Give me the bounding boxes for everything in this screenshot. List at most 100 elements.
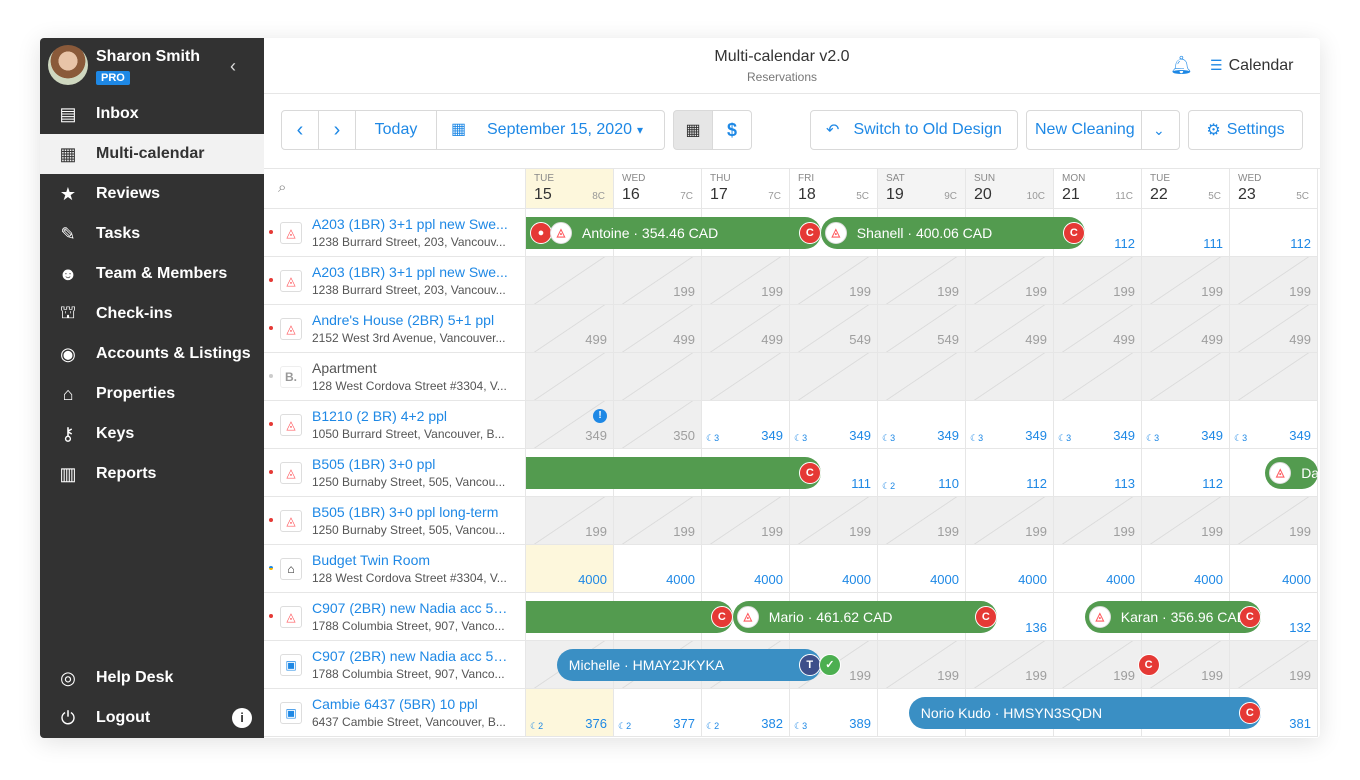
sidebar-item-check-ins[interactable]: ⛫ Check-ins xyxy=(40,294,264,334)
listing-row[interactable]: ⌂ Budget Twin Room 128 West Cordova Street… xyxy=(264,545,526,593)
calendar-cell[interactable]: 199 xyxy=(526,497,614,545)
calendar-cell[interactable]: 349 ☾3 xyxy=(702,401,790,449)
calendar-cell[interactable]: 199 xyxy=(1054,257,1142,305)
new-cleaning-button[interactable]: New Cleaning ⌄ xyxy=(1026,110,1180,150)
calendar-cell[interactable]: 349 ☾3 xyxy=(1054,401,1142,449)
calendar-cell[interactable] xyxy=(526,353,614,401)
calendar-cell[interactable]: 4000 xyxy=(1230,545,1318,593)
listing-row[interactable]: ▣ C907 (2BR) new Nadia acc 5+... 1788 Colu… xyxy=(264,641,526,689)
date-picker[interactable]: ▦ September 15, 2020 ▾ xyxy=(437,111,665,149)
cleaning-badge[interactable]: C xyxy=(974,606,997,628)
calendar-cell[interactable]: 389 ☾3 xyxy=(790,689,878,737)
calendar-cell[interactable]: 112 xyxy=(1142,449,1230,497)
cleaning-badge[interactable]: C xyxy=(798,222,821,244)
calendar-cell[interactable]: 549 xyxy=(878,305,966,353)
sidebar-item-properties[interactable]: ⌂ Properties xyxy=(40,374,264,414)
listing-row[interactable]: ◬ Andre's House (2BR) 5+1 ppl 2152 West 3r… xyxy=(264,305,526,353)
calendar-cell[interactable]: 349 ☾3 xyxy=(1142,401,1230,449)
sidebar-item-inbox[interactable]: ▤ Inbox xyxy=(40,94,264,134)
calendar-cell[interactable]: 199 xyxy=(1230,257,1318,305)
listing-name[interactable]: C907 (2BR) new Nadia acc 5+... xyxy=(312,648,508,664)
sidebar-item-multi-calendar[interactable]: ▦ Multi-calendar xyxy=(40,134,264,174)
calendar-cell[interactable]: 349! xyxy=(526,401,614,449)
calendar-cell[interactable]: 4000 xyxy=(526,545,614,593)
listing-name[interactable]: Andre's House (2BR) 5+1 ppl xyxy=(312,312,508,328)
calendar-cell[interactable]: 199 xyxy=(1054,497,1142,545)
calendar-cell[interactable]: 199 xyxy=(614,257,702,305)
calendar-cell[interactable]: 199 xyxy=(966,641,1054,689)
calendar-cell[interactable]: 499 xyxy=(1142,305,1230,353)
calendar-cell[interactable]: 112 xyxy=(1230,209,1318,257)
sidebar-item-team-members[interactable]: ☻ Team & Members xyxy=(40,254,264,294)
listing-name[interactable]: C907 (2BR) new Nadia acc 5+... xyxy=(312,600,508,616)
alert-icon[interactable]: ! xyxy=(593,409,607,423)
info-icon[interactable]: i xyxy=(232,708,252,728)
calendar-cell[interactable]: 199 xyxy=(1054,641,1142,689)
calendar-cell[interactable]: 499 xyxy=(526,305,614,353)
calendar-cell[interactable]: 199 xyxy=(878,257,966,305)
calendar-cell[interactable] xyxy=(966,353,1054,401)
listing-row[interactable]: ◬ B1210 (2 BR) 4+2 ppl 1050 Burrard Street… xyxy=(264,401,526,449)
calendar-cell[interactable]: 4000 xyxy=(1142,545,1230,593)
listing-row[interactable]: ◬ C907 (2BR) new Nadia acc 5+... 1788 Colu… xyxy=(264,593,526,641)
calendar-cell[interactable]: 4000 xyxy=(790,545,878,593)
calendar-cell[interactable]: 199 xyxy=(878,641,966,689)
sidebar-item-help-desk[interactable]: ◎ Help Desk xyxy=(40,658,264,698)
listing-row[interactable]: ◬ A203 (1BR) 3+1 ppl new Swe... 1238 Burra… xyxy=(264,257,526,305)
calendar-cell[interactable] xyxy=(790,353,878,401)
calendar-cell[interactable]: 199 xyxy=(1142,497,1230,545)
listing-name[interactable]: B1210 (2 BR) 4+2 ppl xyxy=(312,408,508,424)
calendar-cell[interactable]: 499 xyxy=(966,305,1054,353)
calendar-cell[interactable]: 199 xyxy=(790,497,878,545)
cleaning-badge[interactable]: C xyxy=(1062,222,1085,244)
listing-name[interactable]: B505 (1BR) 3+0 ppl xyxy=(312,456,508,472)
reservation-bar[interactable] xyxy=(526,457,821,489)
sidebar-item-logout[interactable]: ⏻ Logout i xyxy=(40,698,264,738)
calendar-cell[interactable]: 349 ☾3 xyxy=(966,401,1054,449)
cleaning-badge[interactable]: C xyxy=(798,462,821,484)
reservation-bar[interactable]: Shanell · 400.06 CAD xyxy=(820,217,1085,249)
calendar-cell[interactable]: 4000 xyxy=(966,545,1054,593)
calendar-cell[interactable] xyxy=(1054,353,1142,401)
calendar-cell[interactable]: 349 ☾3 xyxy=(878,401,966,449)
switch-old-design-button[interactable]: ↶ Switch to Old Design xyxy=(810,110,1018,150)
listing-row[interactable]: ◬ A203 (1BR) 3+1 ppl new Swe... 1238 Burra… xyxy=(264,209,526,257)
listing-name[interactable]: Cambie 6437 (5BR) 10 ppl xyxy=(312,696,508,712)
calendar-cell[interactable]: 112 xyxy=(966,449,1054,497)
calendar-cell[interactable]: 4000 xyxy=(878,545,966,593)
calendar-cell[interactable]: 4000 xyxy=(614,545,702,593)
settings-button[interactable]: ⚙ Settings xyxy=(1188,110,1303,150)
sidebar-item-keys[interactable]: ⚷ Keys xyxy=(40,414,264,454)
calendar-cell[interactable] xyxy=(1142,353,1230,401)
calendar-cell[interactable]: 499 xyxy=(1054,305,1142,353)
listing-name[interactable]: Budget Twin Room xyxy=(312,552,508,568)
calendar-cell[interactable] xyxy=(702,353,790,401)
chevron-down-icon[interactable]: ⌄ xyxy=(1153,122,1165,139)
reservation-bar[interactable] xyxy=(526,601,733,633)
calendar-cell[interactable]: 499 xyxy=(1230,305,1318,353)
calendar-cell[interactable]: 199 xyxy=(1230,497,1318,545)
calendar-cell[interactable]: 113 xyxy=(1054,449,1142,497)
calendar-cell[interactable]: 199 xyxy=(878,497,966,545)
calendar-cell[interactable]: 499 xyxy=(614,305,702,353)
calendar-cell[interactable] xyxy=(526,257,614,305)
calendar-cell[interactable]: 376 ☾2 xyxy=(526,689,614,737)
prev-button[interactable]: ‹ xyxy=(282,111,318,149)
calendar-cell[interactable]: 499 xyxy=(702,305,790,353)
cleaning-badge[interactable]: C xyxy=(1238,702,1261,724)
calendar-cell[interactable]: 382 ☾2 xyxy=(702,689,790,737)
sidebar-item-reports[interactable]: ▥ Reports xyxy=(40,454,264,494)
calendar-cell[interactable] xyxy=(614,353,702,401)
calendar-cell[interactable]: 199 xyxy=(966,497,1054,545)
cleaning-badge[interactable]: C xyxy=(1137,654,1160,676)
user-profile[interactable]: Sharon Smith PRO ‹ xyxy=(40,38,264,94)
calendar-cell[interactable]: 199 xyxy=(702,497,790,545)
calendar-cell[interactable]: 349 ☾3 xyxy=(1230,401,1318,449)
cleaning-badge[interactable]: C xyxy=(1238,606,1261,628)
next-button[interactable]: › xyxy=(319,111,355,149)
calendar-view-toggle[interactable]: ▦ xyxy=(673,110,713,150)
calendar-cell[interactable]: 4000 xyxy=(1054,545,1142,593)
calendar-cell[interactable]: 349 ☾3 xyxy=(790,401,878,449)
collapse-sidebar-icon[interactable]: ‹ xyxy=(230,56,236,77)
calendar-cell[interactable]: 199 xyxy=(614,497,702,545)
